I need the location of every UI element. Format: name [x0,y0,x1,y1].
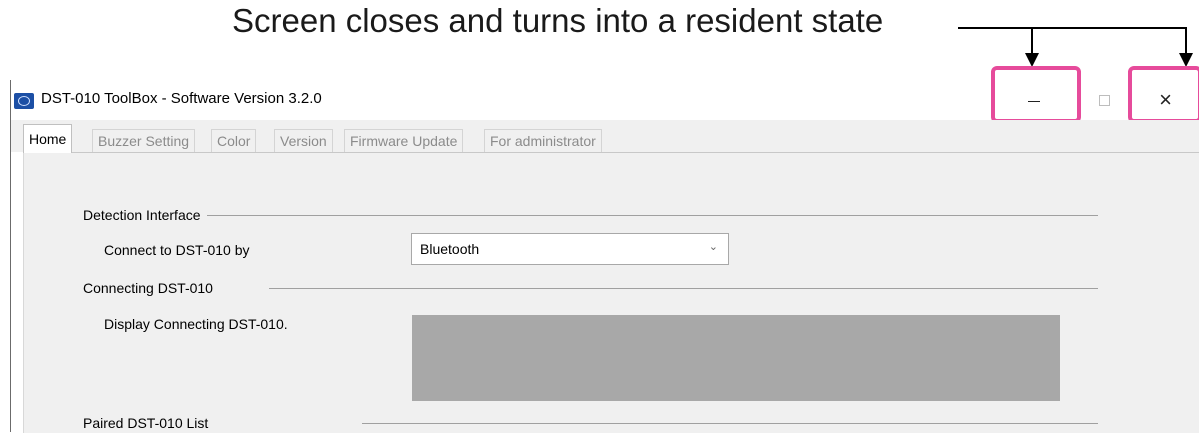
paired-list-label: Paired DST-010 List [83,415,215,431]
app-window: DST-010 ToolBox - Software Version 3.2.0… [10,66,1199,433]
home-panel: Detection Interface Connect to DST-010 b… [23,152,1199,433]
chevron-down-icon: ⌄ [708,241,718,253]
display-connecting-label: Display Connecting DST-010. [104,316,288,332]
connect-by-label: Connect to DST-010 by [104,242,250,258]
maximize-button[interactable] [1089,80,1119,120]
tab-for-administrator[interactable]: For administrator [484,129,602,152]
close-highlight [1128,66,1199,123]
detection-interface-divider [169,215,1098,216]
tab-color[interactable]: Color [211,129,257,152]
connecting-devices-display [412,315,1060,401]
tab-home[interactable]: Home [23,124,73,153]
tab-strip: Home Buzzer Setting Color Version Firmwa… [11,120,1199,153]
paired-list-divider [362,423,1098,424]
tab-firmware-update[interactable]: Firmware Update [344,129,464,152]
connect-by-value: Bluetooth [420,241,480,257]
window-title: DST-010 ToolBox - Software Version 3.2.0 [41,90,322,107]
connect-by-select[interactable]: Bluetooth ⌄ [411,233,729,265]
annotation-caption: Screen closes and turns into a resident … [232,2,884,39]
connecting-divider [269,288,1098,289]
minimize-highlight [991,66,1081,123]
detection-interface-label: Detection Interface [83,207,207,223]
tab-version[interactable]: Version [274,129,333,152]
connecting-group-label: Connecting DST-010 [83,280,219,296]
maximize-icon [1098,94,1110,106]
dst-app-icon [14,93,34,109]
tab-buzzer-setting[interactable]: Buzzer Setting [92,129,196,152]
